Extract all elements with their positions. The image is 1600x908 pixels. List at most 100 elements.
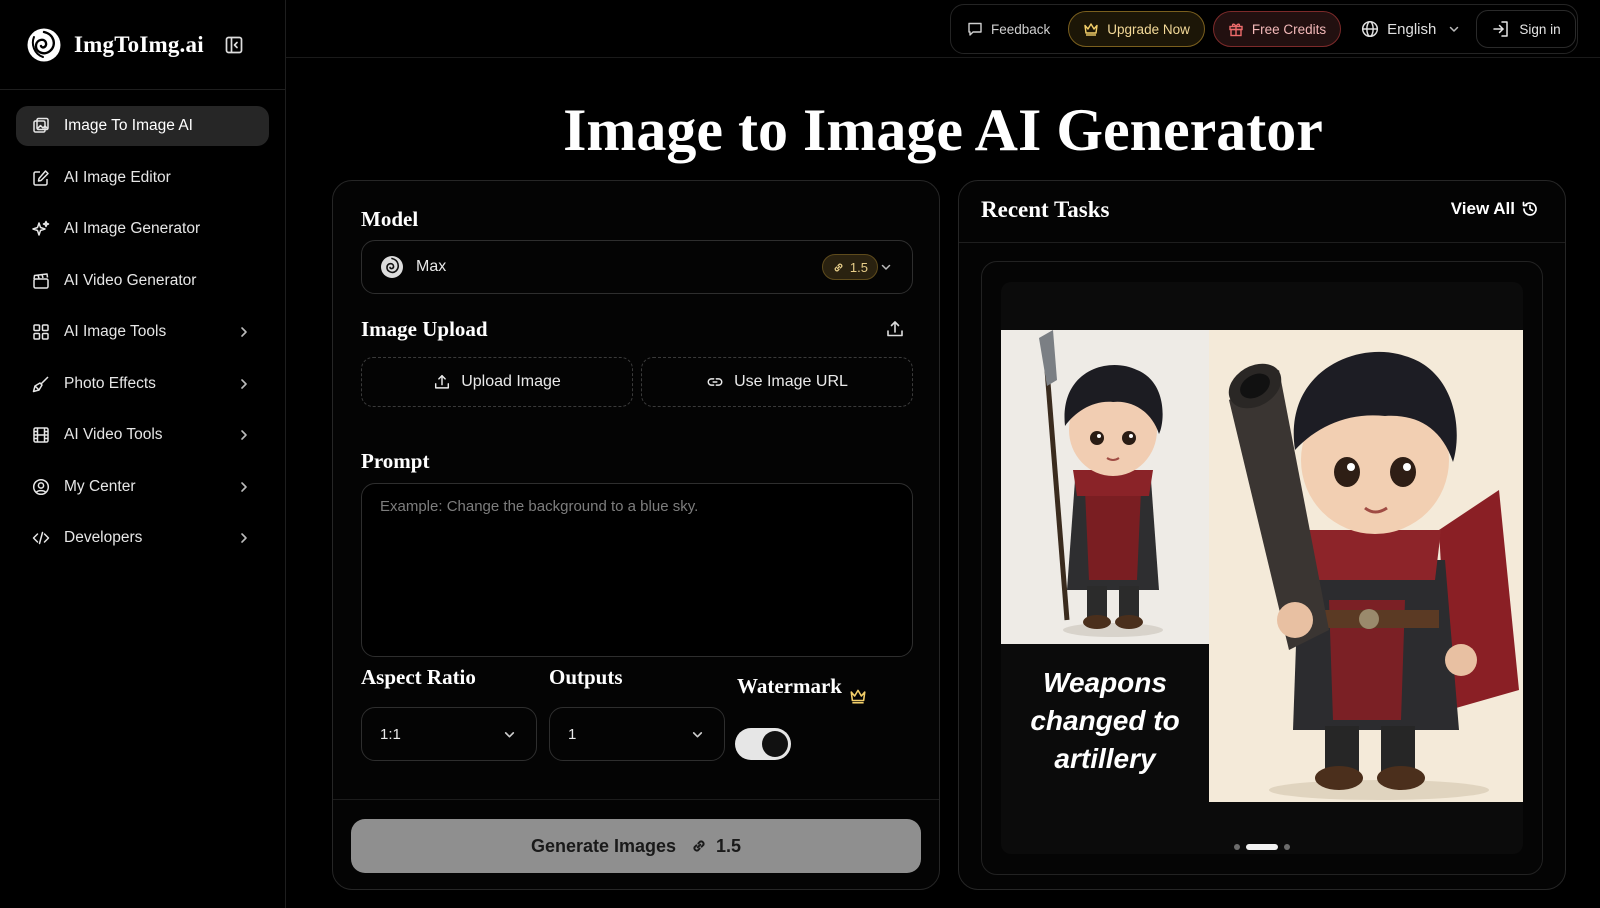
upgrade-label: Upgrade Now [1107, 21, 1190, 37]
swirl-logo-icon[interactable] [26, 27, 62, 63]
prompt-label: Prompt [361, 449, 430, 473]
chevron-down-icon [881, 264, 891, 270]
brand-header: ImgToImg.ai [0, 0, 285, 90]
outputs-value: 1 [568, 725, 577, 743]
example-carousel[interactable]: Weapons changed to artillery [981, 261, 1543, 875]
sign-in-label: Sign in [1519, 21, 1561, 37]
divider [333, 799, 939, 800]
image-edit-icon [33, 117, 49, 133]
sidebar-item-label: AI Video Tools [64, 426, 163, 443]
chevron-right-icon [241, 533, 247, 543]
free-credits-button[interactable]: Free Credits [1212, 11, 1342, 47]
model-cost-badge: 1.5 [821, 254, 878, 280]
use-image-url-label: Use Image URL [734, 373, 848, 390]
outputs-label: Outputs [549, 665, 623, 689]
film-icon [33, 427, 49, 443]
carousel-dot-active[interactable] [1246, 844, 1278, 850]
upload-image-label: Upload Image [461, 373, 561, 390]
sidebar-item-label: Developers [64, 529, 143, 546]
view-all-label: View All [1450, 199, 1515, 218]
upload-icon[interactable] [885, 319, 905, 339]
recent-tasks-title: Recent Tasks [981, 197, 1110, 222]
prompt-input[interactable] [361, 483, 913, 657]
sidebar-collapse-icon[interactable] [224, 35, 244, 55]
sidebar-item-ai-image-tools[interactable]: AI Image Tools [16, 312, 269, 352]
sidebar-item-label: Photo Effects [64, 374, 156, 392]
sidebar-item-ai-video-tools[interactable]: AI Video Tools [16, 415, 269, 455]
sidebar-item-my-center[interactable]: My Center [16, 467, 269, 507]
sidebar-item-photo-effects[interactable]: Photo Effects [16, 364, 269, 404]
gift-icon [1229, 23, 1243, 37]
top-bar: Feedback Upgrade Now Free Credits Englis… [286, 0, 1600, 58]
user-circle-icon [32, 478, 50, 495]
generate-label: Generate Images [530, 835, 677, 856]
model-label: Model [361, 207, 419, 231]
chevron-down-icon [692, 732, 703, 738]
chevron-down-icon [1450, 26, 1459, 32]
swirl-model-icon [381, 256, 403, 278]
view-all-button[interactable]: View All [1451, 199, 1539, 219]
sidebar-item-label: AI Image Generator [64, 220, 201, 237]
language-selector[interactable]: English [1361, 11, 1460, 47]
credits-link-icon [693, 840, 705, 852]
sidebar-item-ai-image-generator[interactable]: AI Image Generator [16, 209, 269, 249]
sidebar-item-label: AI Image Editor [64, 168, 171, 186]
watermark-label: Watermark [737, 674, 842, 698]
crown-icon [850, 689, 866, 704]
carousel-dot[interactable] [1284, 844, 1290, 850]
use-image-url-button[interactable]: Use Image URL [641, 357, 913, 407]
sidebar-item-label: AI Image Tools [64, 323, 167, 340]
before-image [1001, 330, 1209, 644]
after-image [1209, 330, 1523, 802]
chevron-right-icon [241, 378, 247, 389]
page-title: Image to Image AI Generator [563, 97, 1323, 163]
sparkles-icon [32, 220, 50, 236]
sign-in-button[interactable]: Sign in [1476, 10, 1576, 48]
credits-link-icon [834, 263, 843, 271]
generator-form: Model Max 1.5 Image Upload Upload Image … [332, 180, 940, 890]
carousel-dot[interactable] [1234, 844, 1240, 850]
generate-cost: 1.5 [716, 835, 742, 856]
upgrade-now-button[interactable]: Upgrade Now [1068, 11, 1205, 47]
feedback-button[interactable]: Feedback [967, 11, 1050, 47]
sidebar-item-image-to-image-ai[interactable]: Image To Image AI [16, 106, 269, 146]
feedback-label: Feedback [991, 21, 1051, 37]
sidebar-item-label: AI Video Generator [64, 271, 197, 289]
model-cost-value: 1.5 [849, 259, 868, 275]
chevron-right-icon [241, 327, 247, 337]
link-icon [707, 378, 723, 386]
aspect-ratio-label: Aspect Ratio [361, 665, 476, 689]
upload-image-button[interactable]: Upload Image [361, 357, 633, 407]
globe-icon [1362, 20, 1379, 38]
recent-tasks-panel: Recent Tasks View All Weapons changed to… [958, 180, 1566, 890]
brush-icon [32, 375, 49, 392]
history-icon [1522, 201, 1537, 216]
aspect-ratio-value: 1:1 [380, 725, 401, 743]
crown-icon [1084, 23, 1098, 36]
brand-name[interactable]: ImgToImg.ai [74, 32, 204, 58]
sidebar-item-developers[interactable]: Developers [16, 518, 269, 558]
sign-in-icon [1493, 21, 1509, 37]
example-slide: Weapons changed to artillery [1001, 282, 1523, 854]
code-icon [32, 531, 50, 545]
image-upload-label: Image Upload [361, 317, 488, 341]
carousel-dots [1001, 844, 1523, 850]
sidebar-item-label: Image To Image AI [64, 117, 193, 134]
chevron-down-icon [504, 732, 515, 738]
clapperboard-icon [33, 272, 49, 289]
outputs-select[interactable]: 1 [549, 707, 725, 761]
sidebar-item-ai-image-editor[interactable]: AI Image Editor [16, 158, 269, 198]
toggle-knob [762, 731, 788, 757]
grid-icon [33, 324, 49, 340]
sidebar-nav: Image To Image AI AI Image Editor AI Ima… [0, 90, 285, 558]
recent-tasks-header: Recent Tasks View All [959, 181, 1565, 243]
slide-caption: Weapons changed to artillery [1030, 667, 1180, 774]
chat-bubble-icon [968, 22, 982, 36]
watermark-toggle[interactable] [735, 728, 791, 760]
pencil-square-icon [33, 169, 49, 186]
generate-images-button[interactable]: Generate Images 1.5 [351, 819, 921, 873]
model-select[interactable]: Max 1.5 [361, 240, 913, 294]
aspect-ratio-select[interactable]: 1:1 [361, 707, 537, 761]
sidebar-item-ai-video-generator[interactable]: AI Video Generator [16, 261, 269, 301]
sidebar-item-label: My Center [64, 477, 136, 495]
